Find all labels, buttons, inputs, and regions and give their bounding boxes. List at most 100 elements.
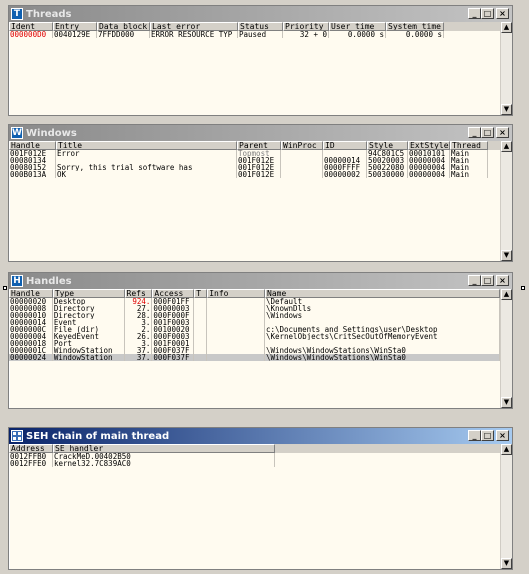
table-cell: Desktop [53, 298, 125, 305]
threads-titlebar[interactable]: T Threads _ □ × [9, 6, 512, 22]
table-row[interactable]: 00000008 Directory 27. 00000003 \KnownDlls [9, 305, 500, 312]
col-thread[interactable]: Thread [450, 141, 488, 150]
table-row[interactable]: 0000001C WindowStation 37. 000F037F \Windows… [9, 347, 500, 354]
col-id[interactable]: ID [323, 141, 367, 150]
seh-titlebar[interactable]: SEH chain of main thread _ □ × [9, 428, 512, 444]
close-button[interactable]: × [496, 127, 509, 138]
table-cell: 2. [125, 326, 153, 333]
col-data-block[interactable]: Data block [97, 22, 150, 31]
col-handle[interactable]: Handle [9, 141, 56, 150]
table-cell: Directory [53, 305, 125, 312]
col-parent[interactable]: Parent [237, 141, 281, 150]
close-button[interactable]: × [496, 275, 509, 286]
threads-scrollbar[interactable]: ▲ ▼ [500, 22, 512, 115]
close-button[interactable]: × [496, 430, 509, 441]
handles-titlebar[interactable]: H Handles _ □ × [9, 273, 512, 289]
table-row[interactable]: 00080152 Sorry, this trial software has 00… [9, 164, 500, 171]
scroll-up-button[interactable]: ▲ [501, 141, 512, 152]
col-title[interactable]: Title [56, 141, 237, 150]
table-row[interactable]: 0012FFB0 CrackMeD.00402B50 [9, 453, 500, 460]
col-address[interactable]: Address [9, 444, 53, 453]
col-t[interactable]: T [194, 289, 208, 298]
maximize-button[interactable]: □ [481, 127, 494, 138]
table-cell: kernel32.7C839AC0 [53, 460, 275, 467]
col-extstyle[interactable]: ExtStyle [408, 141, 450, 150]
threads-table[interactable]: Ident Entry Data block Last error Status… [9, 22, 500, 115]
handles-table[interactable]: Handle Type Refs Access T Info Name 0000… [9, 289, 500, 408]
col-name[interactable]: Name [265, 289, 500, 298]
handles-window[interactable]: H Handles _ □ × Handle Type Refs Access … [8, 272, 513, 409]
col-type[interactable]: Type [52, 289, 125, 298]
scroll-up-button[interactable]: ▲ [501, 22, 512, 33]
resize-handle-left[interactable] [3, 286, 7, 290]
col-se-handler[interactable]: SE handler [53, 444, 275, 453]
minimize-button[interactable]: _ [468, 127, 481, 138]
table-cell: 001F0001 [152, 340, 195, 347]
minimize-button[interactable]: _ [468, 430, 481, 441]
maximize-button[interactable]: □ [481, 275, 494, 286]
col-user-time[interactable]: User time [329, 22, 386, 31]
seh-title: SEH chain of main thread [26, 430, 170, 442]
table-cell: KeyedEvent [53, 333, 125, 340]
table-row[interactable]: 000000D0 0040129E 7FFDD000 ERROR_RESOURC… [9, 31, 500, 38]
table-cell: 00000004 [408, 164, 450, 171]
windows-scrollbar[interactable]: ▲ ▼ [500, 141, 512, 261]
windows-header: Handle Title Parent WinProc ID Style Ext… [9, 141, 500, 150]
threads-window[interactable]: T Threads _ □ × Ident Entry Data block L… [8, 5, 513, 116]
col-winproc[interactable]: WinProc [281, 141, 323, 150]
table-row[interactable]: 00000004 KeyedEvent 26. 000F0003 \KernelObje… [9, 333, 500, 340]
col-refs[interactable]: Refs [124, 289, 153, 298]
table-cell: 00000014 [9, 319, 53, 326]
table-cell [194, 326, 208, 333]
minimize-button[interactable]: _ [468, 8, 481, 19]
windows-window[interactable]: W Windows _ □ × Handle Title Parent WinP… [8, 124, 513, 262]
table-row[interactable]: 00000020 Desktop 924. 000F01FF \Default [9, 298, 500, 305]
table-row[interactable]: 00000018 Port 3. 001F0001 [9, 340, 500, 347]
table-row[interactable]: 00000024 WindowStation 37. 000F037F \Windows… [9, 354, 500, 361]
table-cell [194, 312, 208, 319]
seh-scrollbar[interactable]: ▲ ▼ [500, 444, 512, 569]
seh-window[interactable]: SEH chain of main thread _ □ × Address S… [8, 427, 513, 570]
table-cell: 37. [125, 347, 153, 354]
scroll-down-button[interactable]: ▼ [501, 104, 512, 115]
scroll-up-button[interactable]: ▲ [501, 444, 512, 455]
table-cell: Directory [53, 312, 125, 319]
table-cell [265, 340, 500, 347]
col-status[interactable]: Status [238, 22, 283, 31]
col-info[interactable]: Info [207, 289, 265, 298]
scroll-down-button[interactable]: ▼ [501, 558, 512, 569]
table-row[interactable]: 0000000C File (dir) 2. 00100020 c:\Documents… [9, 326, 500, 333]
scroll-up-button[interactable]: ▲ [501, 289, 512, 300]
table-cell [281, 171, 323, 178]
close-button[interactable]: × [496, 8, 509, 19]
maximize-button[interactable]: □ [481, 430, 494, 441]
minimize-button[interactable]: _ [468, 275, 481, 286]
table-row[interactable]: 00000010 Directory 28. 000F000F \Windows [9, 312, 500, 319]
windows-table[interactable]: Handle Title Parent WinProc ID Style Ext… [9, 141, 500, 261]
scroll-down-button[interactable]: ▼ [501, 397, 512, 408]
windows-titlebar[interactable]: W Windows _ □ × [9, 125, 512, 141]
col-style[interactable]: Style [367, 141, 408, 150]
col-system-time[interactable]: System time [386, 22, 444, 31]
table-row[interactable]: 00080134 001F012E 00000014 50020003 00000004… [9, 157, 500, 164]
maximize-button[interactable]: □ [481, 8, 494, 19]
table-row[interactable]: 000B013A OK 001F012E 00000002 50030000 000000… [9, 171, 500, 178]
col-access[interactable]: Access [152, 289, 195, 298]
seh-table[interactable]: Address SE handler 0012FFB0 CrackMeD.0040… [9, 444, 500, 569]
scroll-down-button[interactable]: ▼ [501, 250, 512, 261]
table-cell: \KernelObjects\CritSecOutOfMemoryEvent [265, 333, 500, 340]
table-cell [281, 157, 323, 164]
table-cell: c:\Documents and Settings\user\Desktop [265, 326, 500, 333]
col-last-error[interactable]: Last error [150, 22, 238, 31]
resize-handle-right[interactable] [521, 286, 525, 290]
col-entry[interactable]: Entry [53, 22, 97, 31]
table-row[interactable]: 001F012E Error Topmost 94C801C5 00010101 Main [9, 150, 500, 157]
table-row[interactable]: 00000014 Event 3. 001F0003 [9, 319, 500, 326]
col-handle[interactable]: Handle [9, 289, 53, 298]
table-cell: 00000004 [408, 171, 450, 178]
table-cell: 000F0003 [152, 333, 195, 340]
table-row[interactable]: 0012FFE0 kernel32.7C839AC0 [9, 460, 500, 467]
col-priority[interactable]: Priority [283, 22, 329, 31]
col-ident[interactable]: Ident [9, 22, 53, 31]
handles-scrollbar[interactable]: ▲ ▼ [500, 289, 512, 408]
